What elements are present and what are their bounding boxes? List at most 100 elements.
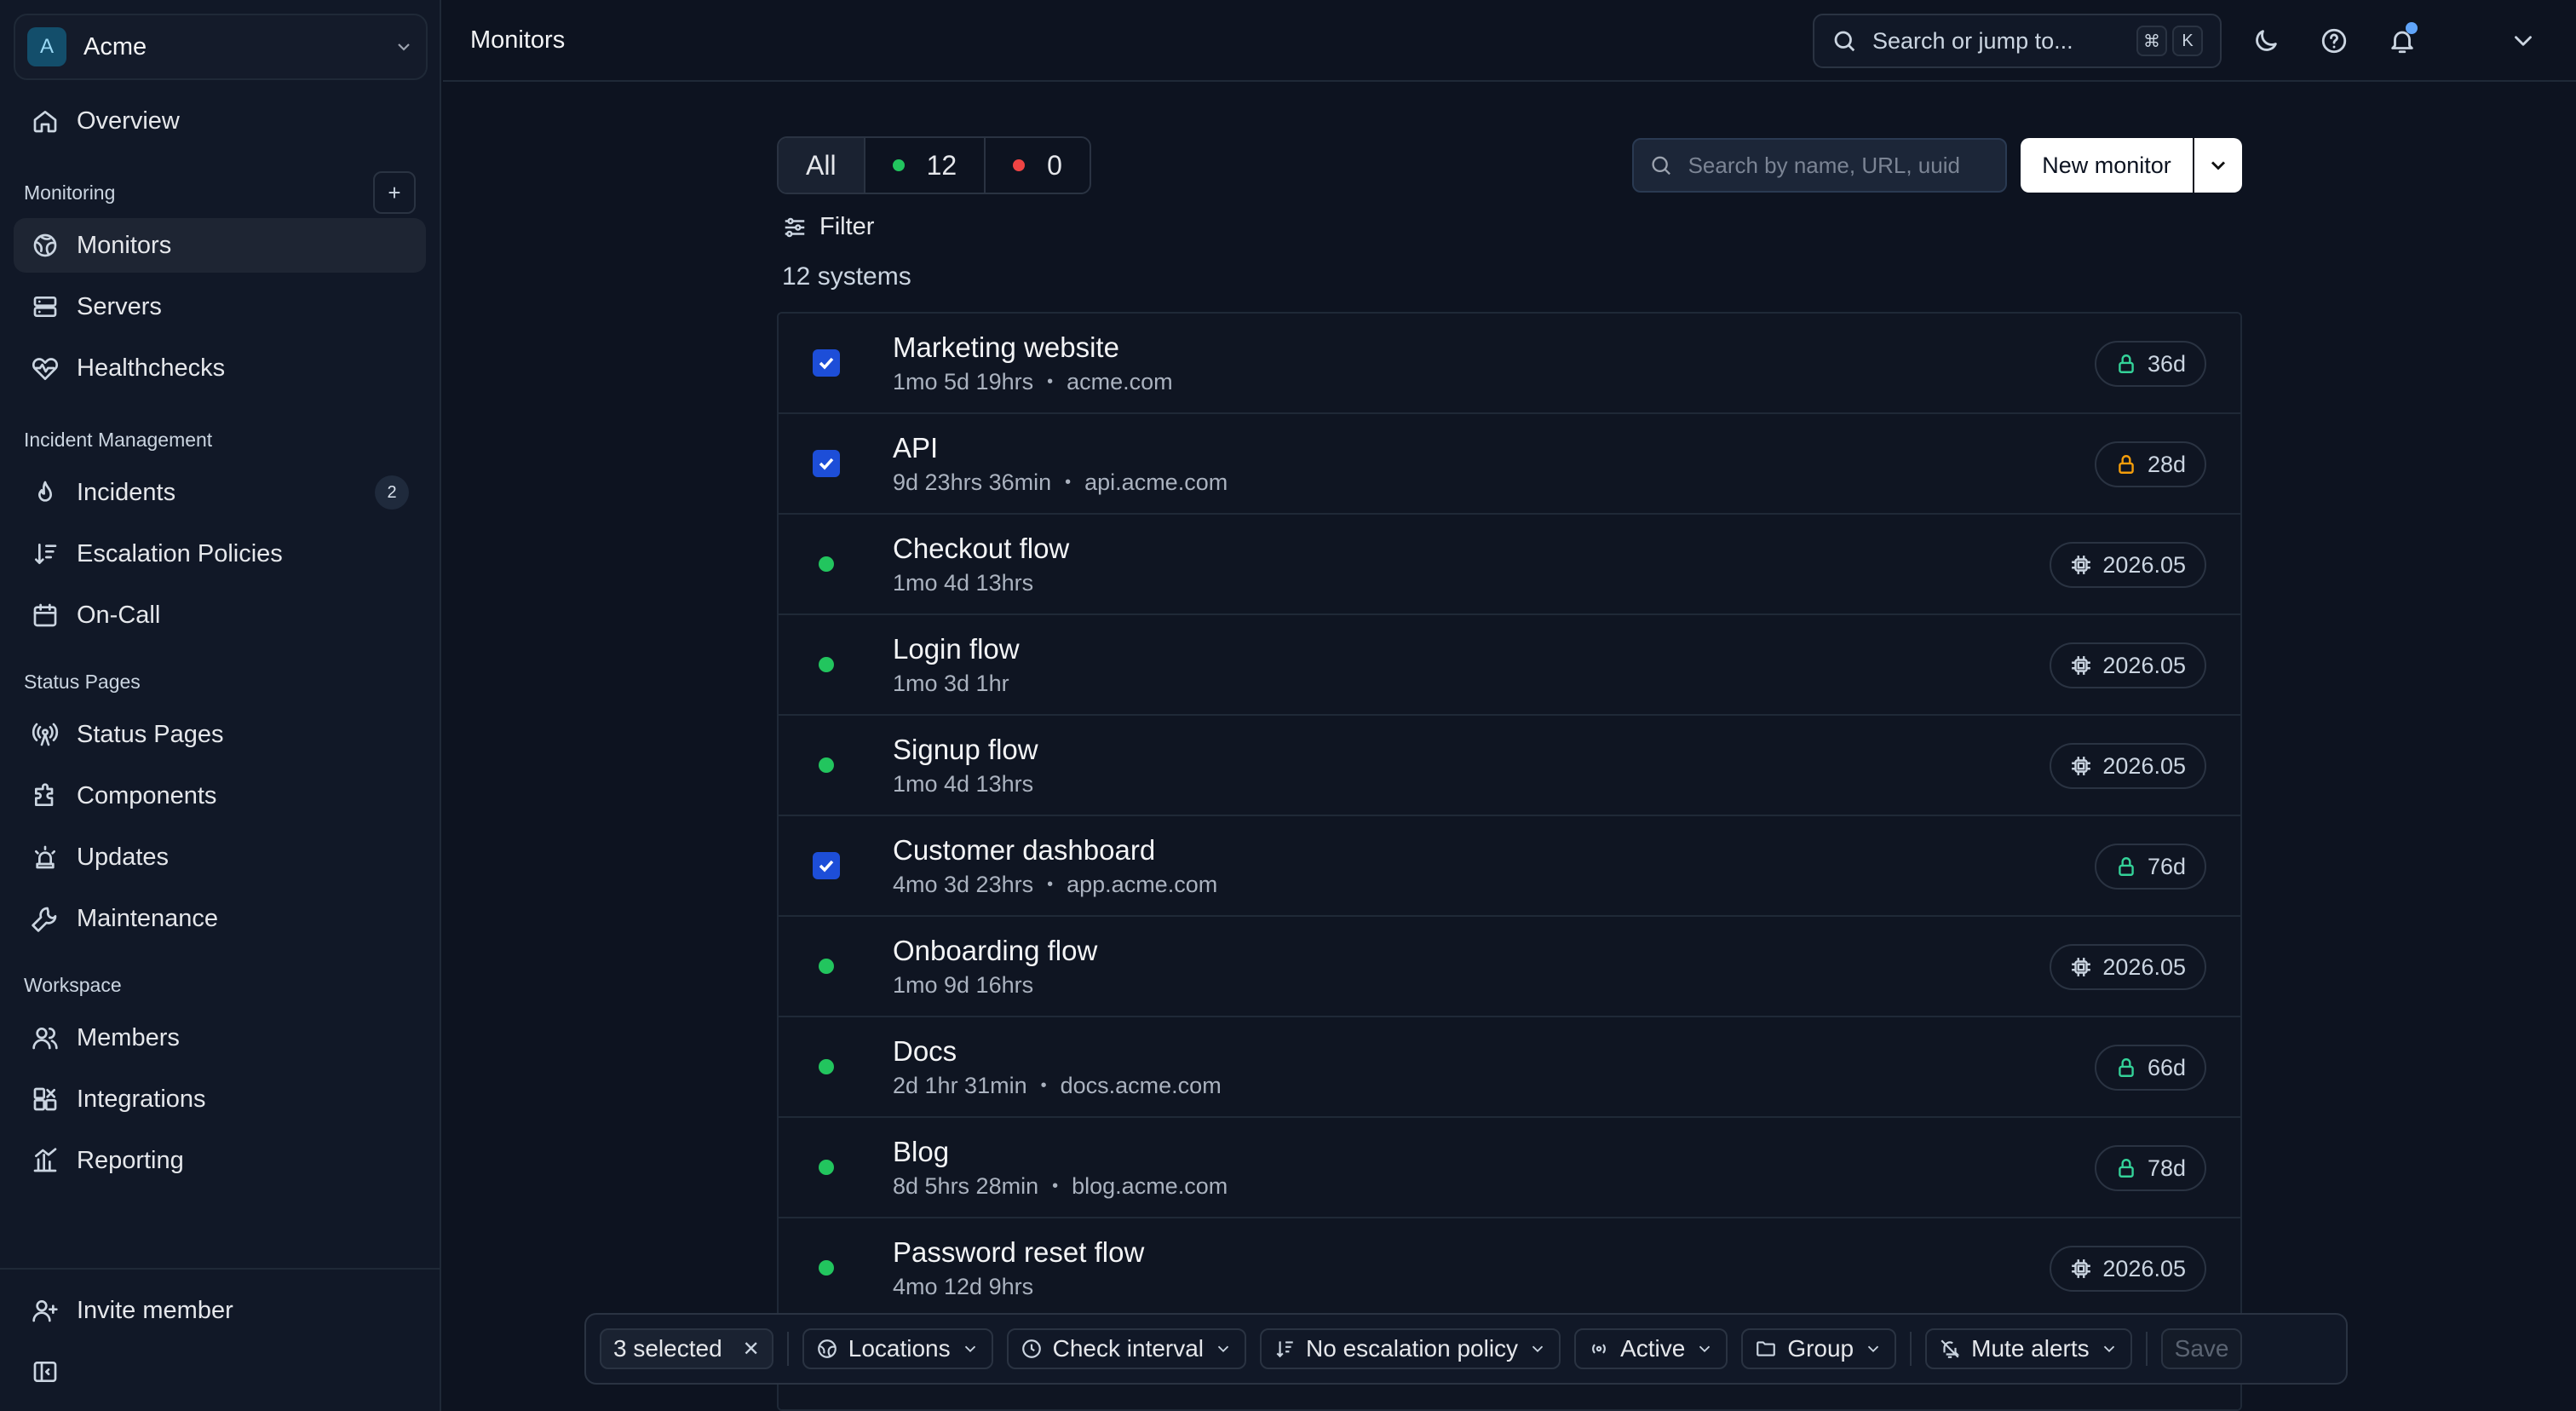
filter-button[interactable]: Filter — [782, 213, 874, 241]
folder-icon — [1757, 1341, 1776, 1356]
monitor-row[interactable]: Password reset flow 4mo 12d 9hrs 2026.05 — [779, 1218, 2240, 1319]
monitor-meta: 4mo 12d 9hrs — [893, 1274, 1144, 1300]
status-up-dot — [819, 657, 834, 672]
flame-icon — [31, 478, 60, 507]
global-search[interactable]: Search or jump to... ⌘ K — [1813, 14, 2222, 68]
theme-toggle-button[interactable] — [2247, 22, 2285, 60]
new-monitor-dropdown-button[interactable] — [2194, 138, 2242, 193]
monitor-row[interactable]: Marketing website 1mo 5d 19hrs • acme.com … — [779, 314, 2240, 414]
chart-icon — [31, 1146, 60, 1175]
status-segmented-control: All 12 0 — [777, 136, 1091, 194]
new-monitor-button[interactable]: New monitor — [2021, 138, 2193, 193]
sidebar-item-status-pages[interactable]: Status Pages — [14, 707, 426, 762]
row-checkbox[interactable] — [813, 450, 840, 477]
sidebar-item-integrations[interactable]: Integrations — [14, 1072, 426, 1126]
sidebar-item-components[interactable]: Components — [14, 769, 426, 823]
monitor-name: Password reset flow — [893, 1235, 1145, 1268]
monitor-info: Onboarding flow 1mo 9d 16hrs — [893, 935, 1097, 999]
workspace-switcher[interactable]: A Acme — [14, 14, 428, 80]
segment-up[interactable]: 12 — [865, 138, 986, 193]
selection-count: 3 selected ✕ — [600, 1328, 773, 1369]
row-status[interactable] — [813, 1059, 840, 1074]
sidebar-item-servers[interactable]: Servers — [14, 279, 426, 334]
lock-icon — [2119, 1159, 2134, 1178]
monitor-row[interactable]: Login flow 1mo 3d 1hr 2026.05 — [779, 615, 2240, 716]
section-title: Workspace — [24, 973, 122, 996]
home-icon — [31, 107, 60, 135]
status-up-dot — [819, 556, 834, 572]
notifications-button[interactable] — [2383, 22, 2421, 60]
group-dropdown[interactable]: Group — [1741, 1328, 1897, 1369]
monitor-meta: 1mo 3d 1hr — [893, 671, 1020, 697]
badge-value: 78d — [2147, 1155, 2186, 1181]
monitor-row[interactable]: API 9d 23hrs 36min • api.acme.com 28d — [779, 414, 2240, 515]
monitor-meta: 8d 5hrs 28min • blog.acme.com — [893, 1173, 1228, 1200]
group-label: Group — [1787, 1335, 1854, 1362]
sidebar-item-maintenance[interactable]: Maintenance — [14, 891, 426, 946]
section-label-monitoring: Monitoring + — [14, 167, 426, 218]
add-monitor-button[interactable]: + — [373, 171, 416, 214]
monitor-meta: 1mo 4d 13hrs — [893, 570, 1069, 596]
monitor-row[interactable]: Onboarding flow 1mo 9d 16hrs 2026.05 — [779, 917, 2240, 1017]
sidebar-item-members[interactable]: Members — [14, 1011, 426, 1065]
row-status[interactable] — [813, 1160, 840, 1175]
server-icon — [31, 292, 60, 321]
lock-icon — [2119, 1058, 2134, 1077]
chevron-down-icon — [2103, 1345, 2114, 1353]
mute-alerts-dropdown[interactable]: Mute alerts — [1925, 1328, 2132, 1369]
segment-all[interactable]: All — [779, 138, 865, 193]
badge-value: 2026.05 — [2102, 1255, 2186, 1281]
sidebar-item-reporting[interactable]: Reporting — [14, 1133, 426, 1188]
version-badge: 2026.05 — [2050, 944, 2206, 990]
monitor-row[interactable]: Customer dashboard 4mo 3d 23hrs • app.acme… — [779, 816, 2240, 917]
row-status[interactable] — [813, 1260, 840, 1276]
chevron-down-icon — [1867, 1345, 1879, 1353]
monitor-row[interactable]: Checkout flow 1mo 4d 13hrs 2026.05 — [779, 515, 2240, 615]
collapse-sidebar-button[interactable] — [14, 1345, 426, 1399]
segment-down[interactable]: 0 — [986, 138, 1090, 193]
monitor-search[interactable] — [1632, 138, 2007, 193]
monitor-name: Customer dashboard — [893, 833, 1156, 866]
separator-dot: • — [1047, 371, 1054, 391]
escalation-policy-dropdown[interactable]: No escalation policy — [1260, 1328, 1561, 1369]
status-dropdown[interactable]: Active — [1574, 1328, 1728, 1369]
row-status[interactable] — [813, 757, 840, 773]
sidebar-item-healthchecks[interactable]: Healthchecks — [14, 341, 426, 395]
sidebar-item-updates[interactable]: Updates — [14, 830, 426, 884]
monitor-search-input[interactable] — [1688, 152, 1990, 179]
sliders-icon — [785, 217, 805, 237]
nav-workspace: Workspace Members Integrations Reporting — [14, 959, 426, 1195]
sidebar-item-escalation-policies[interactable]: Escalation Policies — [14, 527, 426, 581]
monitor-info: Password reset flow 4mo 12d 9hrs — [893, 1236, 1144, 1300]
sidebar-item-overview[interactable]: Overview — [14, 94, 426, 148]
row-status[interactable] — [813, 959, 840, 974]
monitor-uptime: 9d 23hrs 36min — [893, 469, 1052, 495]
nav-top: Overview — [14, 94, 426, 155]
account-menu-button[interactable] — [2504, 22, 2542, 60]
check-interval-dropdown[interactable]: Check interval — [1006, 1328, 1247, 1369]
sidebar-item-label: Servers — [77, 292, 162, 320]
invite-member-button[interactable]: Invite member — [14, 1283, 426, 1338]
save-button[interactable]: Save — [2160, 1328, 2243, 1369]
sidebar-item-on-call[interactable]: On-Call — [14, 588, 426, 642]
chevron-down-icon — [964, 1345, 975, 1353]
monitor-row[interactable]: Docs 2d 1hr 31min • docs.acme.com 66d — [779, 1017, 2240, 1118]
globe-icon — [817, 1339, 837, 1358]
row-status[interactable] — [813, 556, 840, 572]
locations-dropdown[interactable]: Locations — [802, 1328, 993, 1369]
monitor-row[interactable]: Signup flow 1mo 4d 13hrs 2026.05 — [779, 716, 2240, 816]
heart-pulse-icon — [31, 354, 60, 383]
sidebar-item-monitors[interactable]: Monitors — [14, 218, 426, 273]
clear-selection-button[interactable]: ✕ — [743, 1337, 760, 1362]
row-checkbox[interactable] — [813, 349, 840, 377]
monitor-info: API 9d 23hrs 36min • api.acme.com — [893, 432, 1228, 496]
row-status[interactable] — [813, 657, 840, 672]
help-button[interactable] — [2315, 22, 2353, 60]
monitor-row[interactable]: Blog 8d 5hrs 28min • blog.acme.com 78d — [779, 1118, 2240, 1218]
sidebar-item-incidents[interactable]: Incidents 2 — [14, 465, 426, 520]
row-checkbox[interactable] — [813, 852, 840, 879]
search-icon — [1652, 156, 1670, 176]
segment-down-count: 0 — [1047, 149, 1062, 181]
version-badge: 2026.05 — [2050, 642, 2206, 688]
monitor-info: Blog 8d 5hrs 28min • blog.acme.com — [893, 1136, 1228, 1200]
